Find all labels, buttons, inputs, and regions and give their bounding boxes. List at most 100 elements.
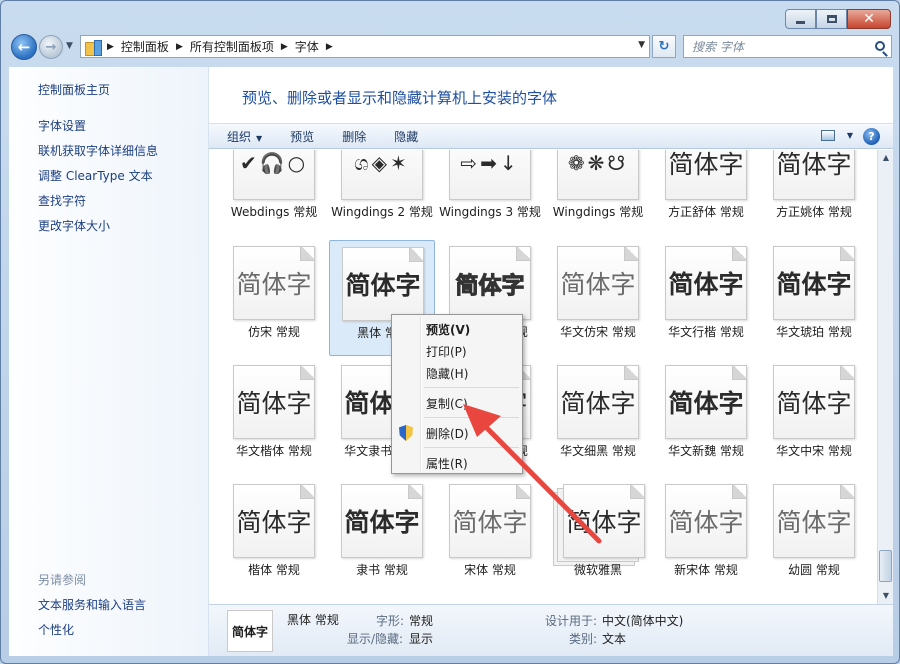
forward-button[interactable]: →: [39, 35, 63, 59]
font-item[interactable]: 简体字 方正姚体 常规: [761, 150, 867, 236]
details-visibility-value: 显示: [409, 632, 434, 646]
delete-button[interactable]: 删除: [342, 128, 366, 145]
font-item[interactable]: 简体字 新宋体 常规: [653, 478, 759, 594]
recent-pages-dropdown[interactable]: ▼: [66, 41, 73, 51]
scroll-thumb[interactable]: [879, 550, 892, 582]
command-bar: 组织 ▼ 预览 删除 隐藏 ▼ ?: [209, 123, 893, 149]
font-sample: 简体字: [566, 508, 642, 537]
font-item[interactable]: 简体字华文仿宋 常规: [545, 240, 651, 356]
font-name-label: 幼圆 常规: [788, 563, 840, 577]
menu-item-properties[interactable]: 属性(R): [426, 455, 468, 472]
sidebar-link-font-settings[interactable]: 字体设置: [38, 117, 86, 134]
font-item[interactable]: 简体字 宋体 常规: [437, 478, 543, 594]
chevron-right-icon[interactable]: ▶: [326, 42, 333, 52]
font-sample: 简体字: [668, 389, 744, 418]
maximize-button[interactable]: [816, 9, 847, 29]
sidebar-link-find-character[interactable]: 查找字符: [38, 192, 86, 209]
context-menu: 预览(V) 打印(P) 隐藏(H) 复制(C) 删除(D) 属性(R): [391, 314, 523, 474]
font-item[interactable]: 简体字 华文行楷 常规: [653, 240, 759, 356]
font-item[interactable]: 简体字 华文新魏 常规: [653, 359, 759, 475]
uac-shield-icon: [399, 425, 413, 441]
font-thumbnail: ✔🎧○: [233, 150, 315, 200]
font-thumbnail: ශ◈✶: [341, 150, 423, 200]
font-sample: 简体字: [668, 270, 744, 299]
font-item[interactable]: 简体字 楷体 常规: [221, 478, 327, 594]
font-item[interactable]: 简体字 华文中宋 常规: [761, 359, 867, 475]
font-item[interactable]: 简体字 仿宋 常规: [221, 240, 327, 356]
font-grid: ✔🎧○ Webdings 常规 ශ◈✶ Wingdings 2 常规 ⇨➡↓ Wingdi…: [209, 150, 877, 604]
font-name-label: Wingdings 3 常规: [439, 205, 541, 219]
font-name-label: 隶书 常规: [356, 563, 408, 577]
font-thumbnail: 简体字: [557, 246, 639, 320]
font-name-label: 方正舒体 常规: [668, 205, 744, 219]
font-item[interactable]: 简体字 华文细黑 常规: [545, 359, 651, 475]
help-icon[interactable]: ?: [863, 128, 880, 145]
minimize-button[interactable]: [785, 9, 816, 29]
breadcrumb-control-panel[interactable]: 控制面板: [121, 38, 169, 55]
sidebar-link-cleartype[interactable]: 调整 ClearType 文本: [38, 167, 153, 184]
search-icon[interactable]: [875, 41, 885, 51]
close-button[interactable]: ✕: [847, 9, 891, 29]
font-item[interactable]: ✔🎧○ Webdings 常规: [221, 150, 327, 236]
font-name-label: 华文细黑 常规: [560, 444, 636, 458]
font-thumbnail: 简体字: [563, 484, 645, 558]
back-button[interactable]: ←: [11, 34, 37, 60]
font-name-label: 宋体 常规: [464, 563, 516, 577]
font-item[interactable]: ⇨➡↓ Wingdings 3 常规: [437, 150, 543, 236]
font-thumbnail: 简体字: [665, 150, 747, 200]
details-designed-value: 中文(简体中文): [602, 614, 684, 628]
address-dropdown-icon[interactable]: ▼: [638, 40, 645, 50]
vertical-scrollbar[interactable]: ▲ ▼: [877, 150, 893, 604]
font-thumbnail: 简体字: [773, 484, 855, 558]
font-thumbnail: 简体字: [449, 246, 531, 320]
close-icon: ✕: [863, 11, 875, 27]
menu-item-preview[interactable]: 预览(V): [426, 321, 470, 338]
sidebar-link-personalize[interactable]: 个性化: [38, 621, 74, 638]
menu-separator: [424, 387, 519, 388]
view-icon[interactable]: [821, 130, 835, 141]
font-item[interactable]: 简体字方正舒体 常规: [653, 150, 759, 236]
sidebar-link-online-details[interactable]: 联机获取字体详细信息: [38, 142, 158, 159]
font-sample: 简体字: [455, 273, 525, 300]
breadcrumb-fonts[interactable]: 字体: [295, 38, 319, 55]
search-box[interactable]: 搜索 字体: [683, 35, 892, 58]
font-sample: 简体字: [236, 270, 312, 299]
font-name-label: Webdings 常规: [230, 205, 318, 219]
font-name-label: Wingdings 2 常规: [331, 205, 433, 219]
font-item[interactable]: 简体字 微软雅黑: [545, 478, 651, 594]
search-input[interactable]: 搜索 字体: [692, 38, 744, 55]
hide-button[interactable]: 隐藏: [394, 128, 418, 145]
menu-item-print[interactable]: 打印(P): [426, 343, 467, 360]
font-thumbnail: 简体字: [773, 365, 855, 439]
view-options-dropdown[interactable]: ▼: [847, 131, 853, 140]
address-bar[interactable]: ▶ 控制面板 ▶ 所有控制面板项 ▶ 字体 ▶ ▼: [80, 35, 650, 58]
details-style-value: 常规: [409, 614, 434, 628]
scroll-up-icon[interactable]: ▲: [878, 150, 894, 166]
menu-separator: [424, 447, 519, 448]
sidebar-link-font-size[interactable]: 更改字体大小: [38, 217, 110, 234]
chevron-right-icon[interactable]: ▶: [107, 42, 114, 52]
font-item[interactable]: ශ◈✶ Wingdings 2 常规: [329, 150, 435, 236]
scroll-down-icon[interactable]: ▼: [878, 588, 894, 604]
font-item[interactable]: 简体字 华文琥珀 常规: [761, 240, 867, 356]
sidebar-link-home[interactable]: 控制面板主页: [38, 81, 110, 98]
details-style-key: 字形:: [376, 614, 405, 628]
refresh-icon: ↻: [658, 39, 670, 54]
chevron-right-icon[interactable]: ▶: [176, 42, 183, 52]
font-item[interactable]: 简体字 幼圆 常规: [761, 478, 867, 594]
preview-button[interactable]: 预览: [290, 128, 314, 145]
font-sample: ⇨➡↓: [460, 151, 520, 175]
page-heading: 预览、删除或者显示和隐藏计算机上安装的字体: [242, 89, 558, 107]
breadcrumb-all-items[interactable]: 所有控制面板项: [190, 38, 274, 55]
sidebar-link-text-services[interactable]: 文本服务和输入语言: [38, 596, 146, 613]
refresh-button[interactable]: ↻: [652, 35, 676, 58]
font-name-label: 华文仿宋 常规: [560, 325, 636, 339]
menu-item-hide[interactable]: 隐藏(H): [426, 365, 468, 382]
chevron-right-icon[interactable]: ▶: [281, 42, 288, 52]
organize-button[interactable]: 组织 ▼: [227, 128, 262, 145]
font-item[interactable]: 简体字 华文楷体 常规: [221, 359, 327, 475]
menu-item-delete[interactable]: 删除(D): [426, 425, 469, 442]
menu-item-copy[interactable]: 复制(C): [426, 395, 468, 412]
font-item[interactable]: 简体字 隶书 常规: [329, 478, 435, 594]
font-item[interactable]: ❁❋☋ Wingdings 常规: [545, 150, 651, 236]
